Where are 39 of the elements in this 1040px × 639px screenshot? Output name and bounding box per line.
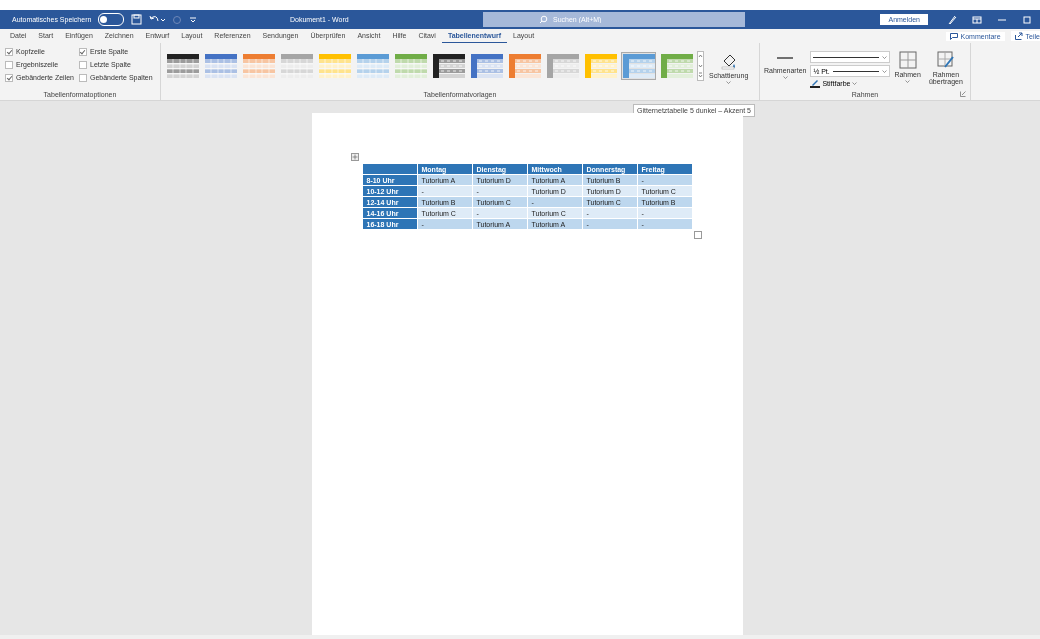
table-style-thumbnail[interactable] bbox=[621, 52, 656, 80]
ribbon-display-icon[interactable] bbox=[972, 15, 982, 24]
caret-icon bbox=[882, 55, 888, 59]
dialog-launcher-icon[interactable] bbox=[960, 91, 966, 97]
table-style-thumbnail[interactable] bbox=[355, 52, 390, 80]
pen-color-icon bbox=[810, 79, 821, 88]
customize-icon[interactable] bbox=[189, 15, 198, 24]
table-style-thumbnail[interactable] bbox=[317, 52, 352, 80]
caret-icon bbox=[882, 69, 888, 73]
save-icon[interactable] bbox=[131, 14, 143, 25]
caret-icon bbox=[782, 76, 788, 79]
table-resize-handle[interactable] bbox=[693, 231, 702, 239]
table-style-thumbnail[interactable] bbox=[203, 52, 238, 80]
gallery-scrollbar[interactable] bbox=[697, 51, 704, 81]
table-style-thumbnail[interactable] bbox=[241, 52, 276, 80]
comment-icon bbox=[949, 32, 958, 40]
table-style-thumbnail[interactable] bbox=[469, 52, 504, 80]
table-style-thumbnail[interactable] bbox=[165, 52, 200, 80]
table-style-thumbnail[interactable] bbox=[393, 52, 428, 80]
caret-icon bbox=[905, 80, 911, 83]
table-style-thumbnail[interactable] bbox=[431, 52, 466, 80]
share-icon bbox=[1014, 32, 1023, 40]
paint-bucket-icon bbox=[719, 52, 738, 70]
pen-icon[interactable] bbox=[947, 14, 957, 25]
table-style-thumbnail[interactable] bbox=[583, 52, 618, 80]
table-style-thumbnail[interactable] bbox=[659, 52, 694, 80]
table-style-thumbnail[interactable] bbox=[545, 52, 580, 80]
autosave-toggle[interactable] bbox=[98, 13, 125, 26]
line-style-dropdown[interactable] bbox=[810, 51, 891, 63]
caret-icon bbox=[726, 81, 732, 84]
borders-icon bbox=[898, 51, 917, 69]
border-brush-icon bbox=[936, 51, 955, 69]
table-style-thumbnail[interactable] bbox=[507, 52, 542, 80]
search-icon bbox=[539, 15, 548, 24]
table-style-thumbnail[interactable] bbox=[279, 52, 314, 80]
caret-icon bbox=[852, 82, 858, 85]
table-move-handle[interactable] bbox=[350, 153, 359, 161]
restore-icon[interactable] bbox=[1022, 15, 1032, 24]
table-header-cell bbox=[362, 163, 417, 175]
